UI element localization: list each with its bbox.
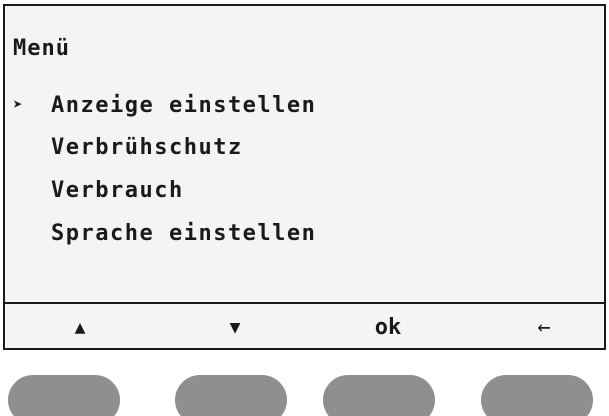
menu-item-verbrauch[interactable]: Verbrauch bbox=[13, 178, 184, 204]
menu-item-verbruehschutz[interactable]: Verbrühschutz bbox=[13, 135, 243, 161]
ok-label: ok bbox=[374, 315, 402, 340]
menu-item-sprache[interactable]: Sprache einstellen bbox=[13, 221, 316, 247]
back-arrow-icon: ← bbox=[537, 315, 551, 340]
menu-item-anzeige[interactable]: ➤ Anzeige einstellen bbox=[13, 92, 316, 119]
up-button[interactable] bbox=[8, 375, 120, 416]
menu-title: Menü bbox=[13, 36, 70, 61]
menu-item-label: Verbrauch bbox=[51, 178, 184, 203]
down-button[interactable] bbox=[175, 375, 287, 416]
down-arrow-icon: ▼ bbox=[229, 317, 241, 338]
menu-item-label: Anzeige einstellen bbox=[51, 93, 317, 118]
menu-item-label: Verbrühschutz bbox=[51, 135, 243, 160]
back-button[interactable] bbox=[481, 375, 593, 416]
softkey-bar: ▲ ▼ ok ← bbox=[5, 304, 604, 348]
menu-item-label: Sprache einstellen bbox=[51, 221, 317, 246]
ok-button[interactable] bbox=[323, 375, 435, 416]
up-arrow-icon: ▲ bbox=[74, 317, 86, 338]
lcd-display: Menü ➤ Anzeige einstellen Verbrühschutz V… bbox=[3, 4, 606, 350]
device-panel: Menü ➤ Anzeige einstellen Verbrühschutz V… bbox=[0, 0, 609, 416]
selection-arrow-icon: ➤ bbox=[13, 95, 25, 114]
